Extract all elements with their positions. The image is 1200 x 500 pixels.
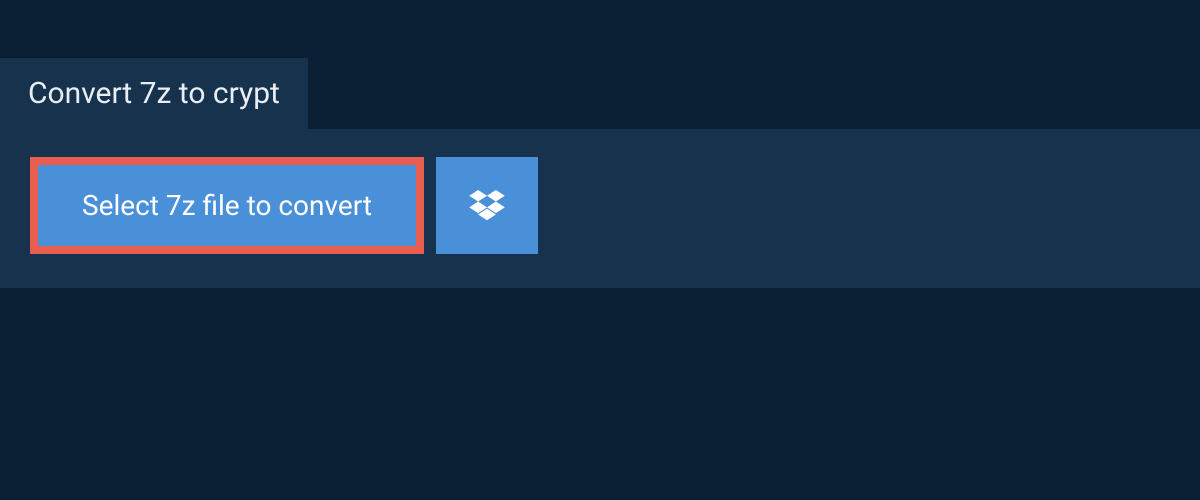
dropbox-icon — [469, 190, 505, 222]
page-title: Convert 7z to crypt — [28, 76, 280, 111]
tab-header: Convert 7z to crypt — [0, 58, 308, 129]
select-file-label: Select 7z file to convert — [82, 189, 372, 222]
converter-panel: Select 7z file to convert — [0, 129, 1200, 288]
select-file-button[interactable]: Select 7z file to convert — [30, 157, 424, 254]
button-row: Select 7z file to convert — [30, 157, 1170, 254]
dropbox-button[interactable] — [436, 157, 538, 254]
